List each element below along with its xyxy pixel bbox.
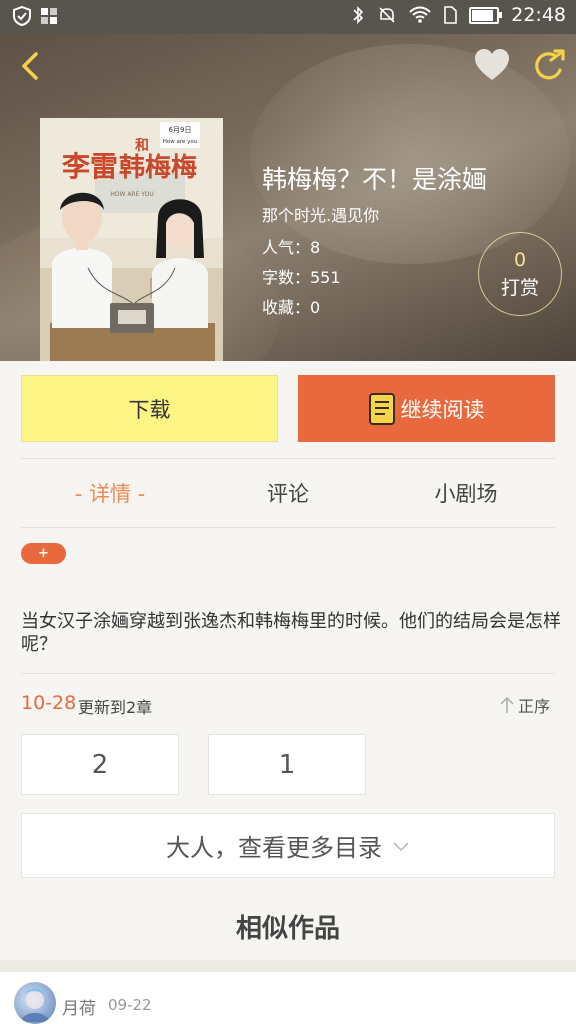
status-bar: 22:48	[0, 0, 576, 34]
bluetooth-icon	[353, 6, 364, 24]
tip-count: 0	[513, 249, 527, 271]
update-date: 10-28	[21, 692, 77, 714]
cover-date-badge: 6月9日	[169, 126, 192, 134]
comment-date: 09-22	[108, 996, 152, 1014]
more-catalog-label: 大人，查看更多目录	[166, 834, 382, 862]
book-description: 当女汉子涂婳穿越到张逸杰和韩梅梅里的时候。他们的结局会是怎样呢？	[21, 611, 561, 655]
continue-reading-button[interactable]: 继续阅读	[298, 375, 555, 442]
cover-badge-text: How are you	[163, 139, 198, 145]
avatar[interactable]	[14, 982, 56, 1024]
download-label: 下载	[128, 397, 171, 422]
share-button[interactable]	[530, 46, 570, 86]
chevron-down-icon	[393, 841, 409, 851]
book-cover[interactable]: 李雷 和 韩梅梅 HOW ARE YOU 6月9日 How are you	[40, 118, 223, 361]
mute-icon	[379, 7, 395, 23]
tab-mini-theater[interactable]: 小剧场	[377, 478, 555, 508]
add-tag-button[interactable]: +	[21, 543, 66, 564]
status-time: 22:48	[511, 4, 566, 26]
battery-icon	[469, 6, 503, 24]
tip-label: 打赏	[500, 277, 539, 299]
book-author[interactable]: 那个时光.遇见你	[262, 202, 379, 226]
tab-details[interactable]: - 详情 -	[21, 478, 199, 508]
chapter-button[interactable]: 1	[208, 734, 366, 795]
section-separator	[0, 960, 576, 972]
shield-icon	[13, 6, 31, 26]
book-popularity: 人气：8	[262, 238, 321, 257]
download-button[interactable]: 下载	[21, 375, 278, 442]
update-text: 更新到2章	[78, 698, 153, 717]
book-favorites: 收藏：0	[262, 298, 321, 317]
comment-username[interactable]: 月荷	[62, 994, 96, 1019]
similar-works-heading: 相似作品	[235, 914, 340, 944]
arrow-up-icon	[500, 696, 514, 713]
sort-toggle[interactable]: 正序	[500, 693, 550, 717]
avatar-image	[20, 988, 50, 1022]
tab-comments[interactable]: 评论	[199, 478, 377, 508]
back-button[interactable]	[12, 46, 52, 86]
book-icon	[368, 392, 395, 425]
battery-level	[472, 9, 494, 21]
tip-button[interactable]: 0 打赏	[478, 232, 562, 316]
continue-reading-label: 继续阅读	[400, 397, 485, 422]
divider	[21, 673, 555, 674]
status-right: 22:48	[351, 4, 566, 26]
more-catalog-button[interactable]: 大人，查看更多目录	[21, 813, 555, 878]
apps-icon	[41, 8, 57, 24]
cover-title-right: 韩梅梅	[119, 152, 197, 183]
cover-title-and: 和	[135, 138, 149, 154]
sort-label: 正序	[518, 697, 551, 716]
chapter-button[interactable]: 2	[21, 734, 179, 795]
hero-glow	[250, 44, 570, 264]
cover-title-left: 李雷	[62, 150, 118, 183]
cover-illustration: 李雷 和 韩梅梅 HOW ARE YOU 6月9日 How are you	[40, 118, 223, 361]
cover-tagline: HOW ARE YOU	[110, 191, 154, 198]
status-left	[12, 6, 58, 26]
divider	[21, 527, 555, 528]
wifi-icon	[409, 6, 431, 23]
sim-icon	[444, 6, 458, 24]
book-word-count: 字数：551	[262, 268, 341, 287]
book-title: 韩梅梅？不！是涂婳	[262, 165, 488, 194]
divider	[21, 458, 555, 459]
favorite-button[interactable]	[472, 46, 512, 86]
